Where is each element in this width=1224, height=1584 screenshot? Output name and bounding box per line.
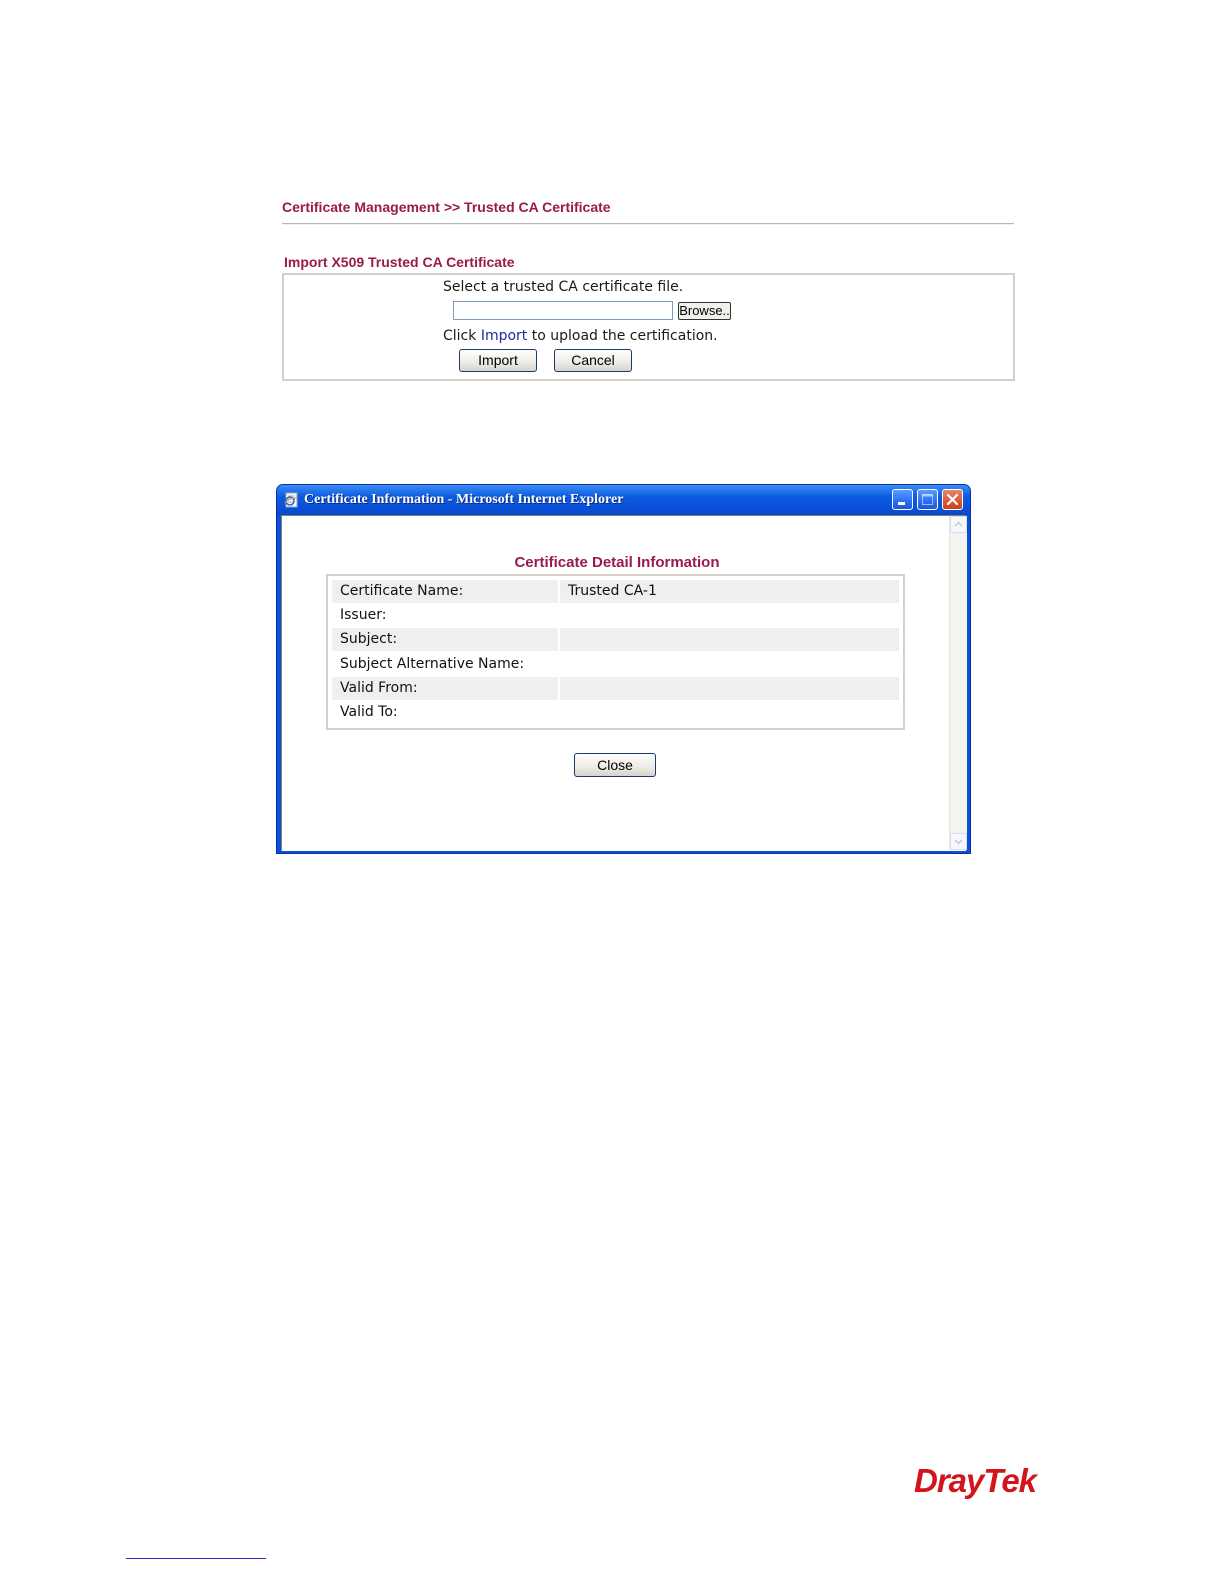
table-row: Issuer: <box>332 604 899 627</box>
ie-page-icon <box>284 492 298 508</box>
column-divider <box>558 628 560 651</box>
maximize-button[interactable] <box>917 489 938 510</box>
table-row: Valid To: <box>332 701 899 724</box>
browse-button[interactable]: Browse.. <box>678 302 731 320</box>
table-row: Subject: <box>332 628 899 651</box>
column-divider <box>558 580 560 603</box>
scroll-up-button[interactable] <box>950 516 967 533</box>
detail-title: Certificate Detail Information <box>514 554 720 571</box>
row-label: Subject: <box>340 631 398 647</box>
row-label: Certificate Name: <box>340 583 464 599</box>
row-label: Subject Alternative Name: <box>340 656 525 672</box>
table-row: Valid From: <box>332 677 899 700</box>
column-divider <box>558 677 560 700</box>
import-link-text: Import <box>480 328 528 344</box>
file-path-input[interactable] <box>453 301 673 320</box>
close-button[interactable]: Close <box>574 753 656 777</box>
table-row: Certificate Name: Trusted CA-1 <box>332 580 899 603</box>
close-icon <box>946 493 959 506</box>
window-title: Certificate Information - Microsoft Inte… <box>304 492 624 507</box>
row-label: Issuer: <box>340 607 387 623</box>
footer-divider <box>126 1558 266 1559</box>
row-label: Valid From: <box>340 680 418 696</box>
import-button[interactable]: Import <box>459 349 537 372</box>
draytek-logo: DrayTek <box>914 1462 1037 1499</box>
certificate-info-window: Certificate Information - Microsoft Inte… <box>276 484 971 854</box>
cancel-button[interactable]: Cancel <box>554 349 632 372</box>
minimize-icon <box>898 502 905 505</box>
instruction-prefix: Click <box>443 328 477 344</box>
row-label: Valid To: <box>340 704 398 720</box>
upload-instruction: Click Import to upload the certification… <box>443 328 718 344</box>
window-content: Certificate Detail Information Certifica… <box>281 515 967 851</box>
instruction-suffix: to upload the certification. <box>531 328 718 344</box>
chevron-up-icon <box>954 521 963 527</box>
breadcrumb: Certificate Management >> Trusted CA Cer… <box>282 199 611 215</box>
minimize-button[interactable] <box>892 489 913 510</box>
close-window-button[interactable] <box>942 489 963 510</box>
certificate-detail-table: Certificate Name: Trusted CA-1 Issuer: S… <box>326 574 905 730</box>
chevron-down-icon <box>954 839 963 845</box>
import-heading: Import X509 Trusted CA Certificate <box>284 254 515 270</box>
row-value: Trusted CA-1 <box>568 583 657 599</box>
select-prompt: Select a trusted CA certificate file. <box>443 279 684 295</box>
breadcrumb-divider <box>282 223 1014 225</box>
scroll-down-button[interactable] <box>950 833 967 850</box>
maximize-icon <box>922 494 933 505</box>
table-row: Subject Alternative Name: <box>332 653 899 676</box>
window-titlebar[interactable]: Certificate Information - Microsoft Inte… <box>277 485 970 515</box>
